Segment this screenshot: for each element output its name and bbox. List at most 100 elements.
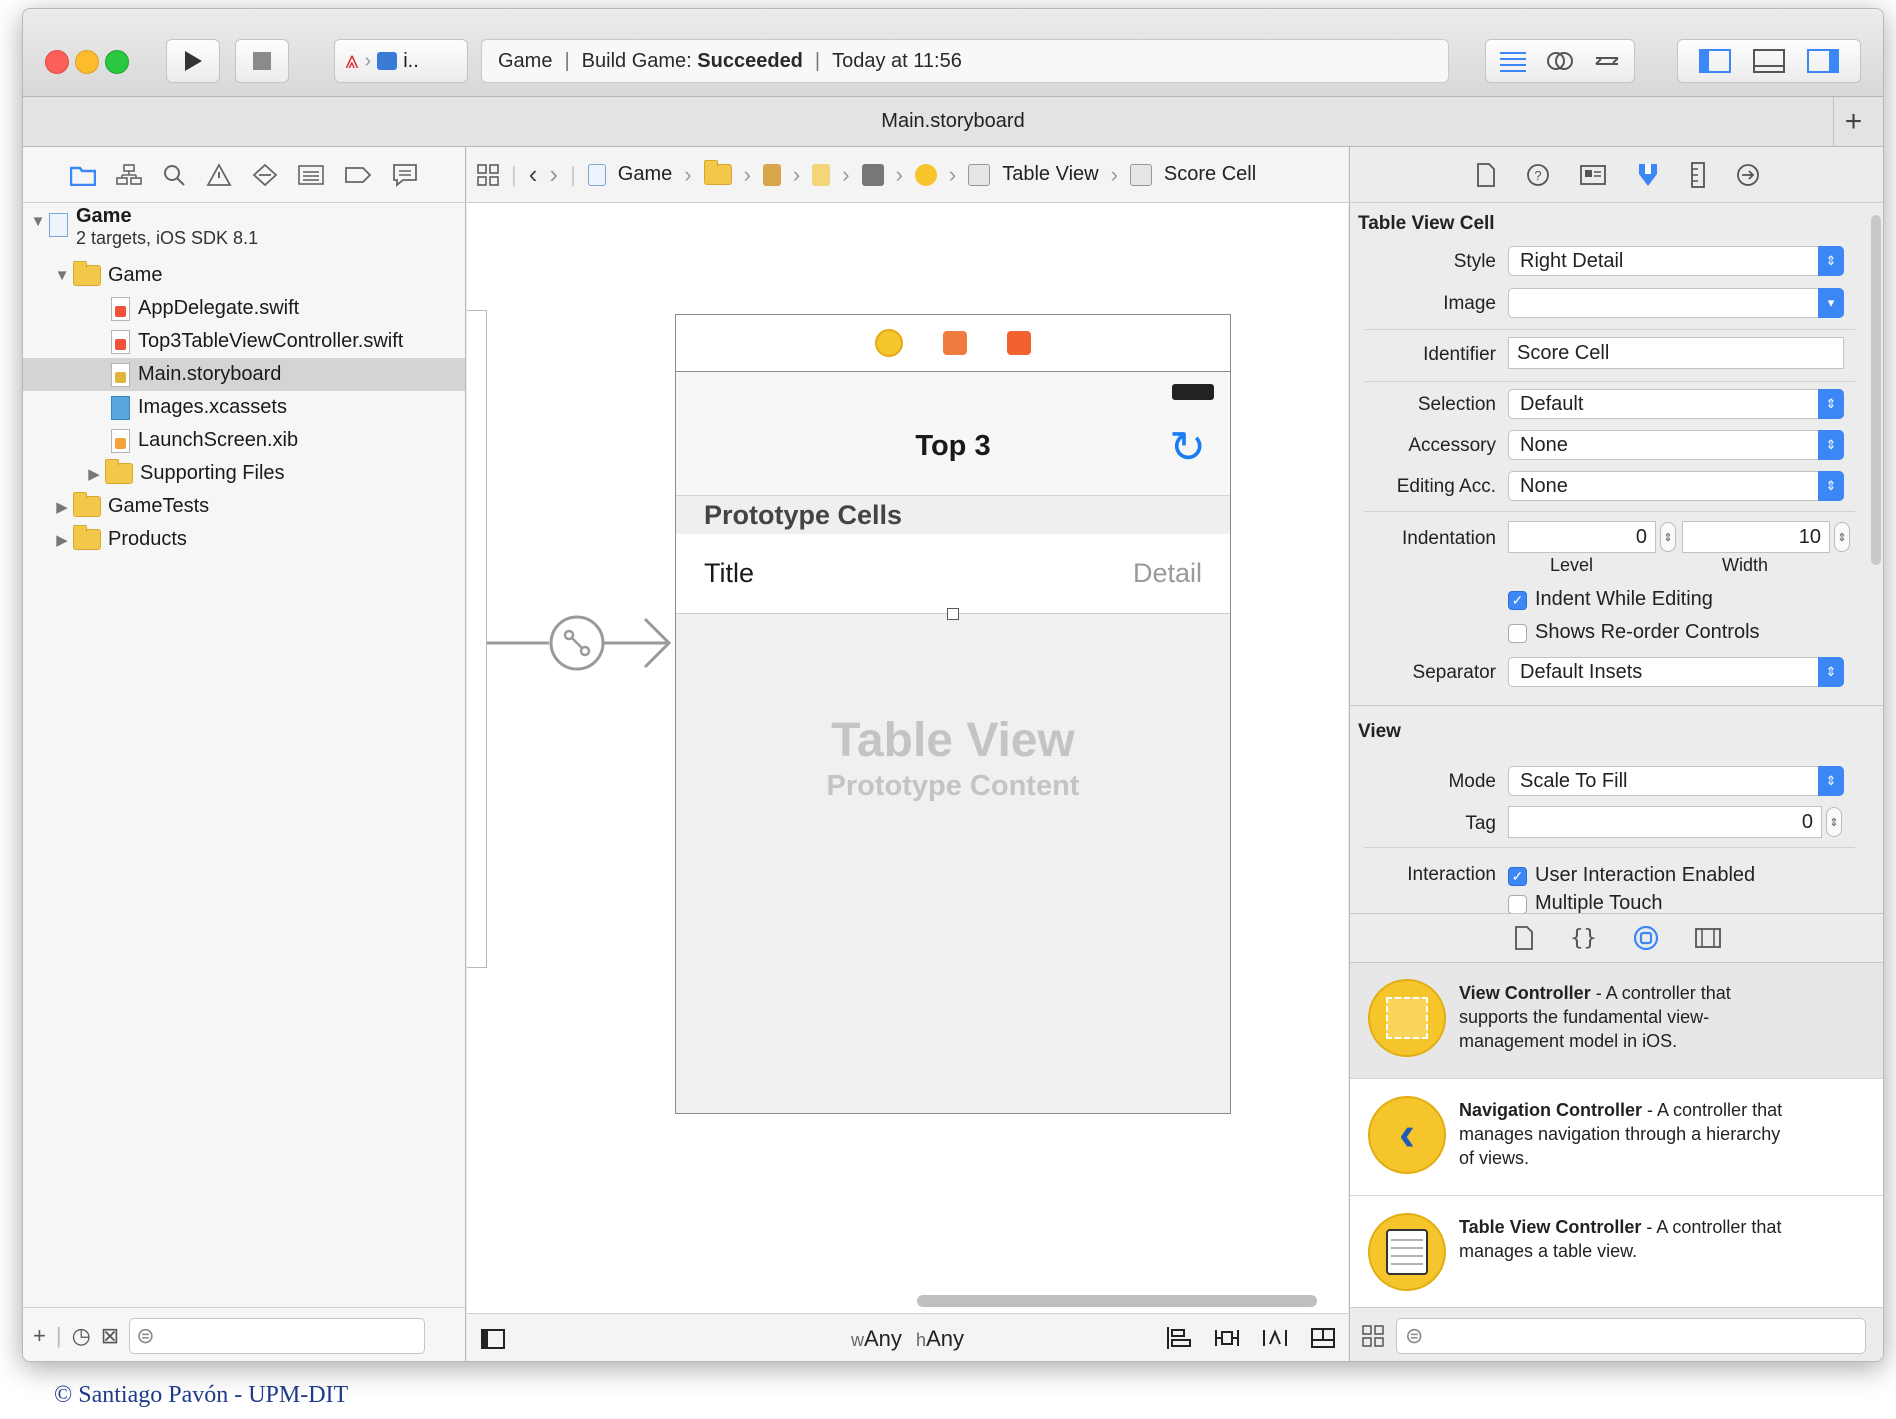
library-filter-field[interactable]: ⊜	[1396, 1317, 1866, 1354]
tree-item-appdelegate[interactable]: AppDelegate.swift	[23, 292, 465, 325]
assistant-editor-icon[interactable]	[1546, 49, 1574, 73]
symbol-navigator-icon[interactable]	[116, 163, 142, 186]
table-view-controller-scene[interactable]: Top 3 ↻ Prototype Cells Title Detail Tab…	[675, 314, 1231, 1114]
breakpoint-navigator-icon[interactable]	[344, 165, 372, 185]
horizontal-scrollbar[interactable]	[917, 1295, 1317, 1307]
indent-while-editing-checkbox[interactable]: ✓	[1508, 591, 1527, 610]
tree-item-supporting-files[interactable]: ▶ Supporting Files	[23, 457, 465, 490]
panel-toggle-segment[interactable]	[1677, 39, 1861, 83]
exit-icon[interactable]	[1007, 331, 1031, 355]
tab-main-storyboard[interactable]: Main.storyboard	[881, 110, 1024, 133]
crumb-controller-icon[interactable]	[914, 163, 937, 186]
resolve-issues-icon[interactable]	[1262, 1326, 1288, 1350]
shows-reorder-checkbox[interactable]	[1508, 624, 1527, 643]
tree-item-game-group[interactable]: ▼ Game	[23, 259, 465, 292]
add-tab-button[interactable]: +	[1833, 97, 1873, 147]
zoom-window-button[interactable]	[105, 50, 129, 74]
library-item-navigation-controller[interactable]: ‹ Navigation Controller - A controller t…	[1350, 1080, 1883, 1196]
disclosure-closed-icon[interactable]: ▶	[83, 465, 105, 483]
navigator-toggle-icon[interactable]	[1699, 49, 1731, 73]
crumb-score-cell[interactable]: Score Cell	[1164, 163, 1256, 186]
recent-files-icon[interactable]: ◷	[72, 1323, 91, 1349]
tree-item-gametests[interactable]: ▶ GameTests	[23, 490, 465, 523]
utilities-toggle-icon[interactable]	[1807, 49, 1839, 73]
indent-level-field[interactable]: 0	[1508, 521, 1656, 553]
source-control-filter-icon[interactable]: ⊠	[101, 1323, 119, 1349]
segue-arrow[interactable]	[487, 603, 677, 683]
disclosure-closed-icon[interactable]: ▶	[51, 531, 73, 549]
refresh-icon[interactable]: ↻	[1169, 426, 1206, 470]
crumb-storyboard-base-icon[interactable]	[812, 163, 831, 186]
view-controller-icon[interactable]	[875, 329, 903, 357]
stop-button[interactable]	[235, 39, 289, 83]
inspector-scrollbar[interactable]	[1871, 215, 1881, 565]
selection-popup[interactable]: Default ⇕	[1508, 389, 1844, 419]
connections-inspector-icon[interactable]	[1736, 163, 1760, 187]
resize-handle[interactable]	[947, 608, 959, 620]
resizing-behavior-icon[interactable]	[1310, 1326, 1336, 1350]
cell-detail-label[interactable]: Detail	[1133, 558, 1202, 589]
object-library-icon[interactable]	[1633, 925, 1659, 951]
storyboard-canvas[interactable]: Top 3 ↻ Prototype Cells Title Detail Tab…	[467, 203, 1348, 1313]
code-snippet-library-icon[interactable]: {}	[1570, 926, 1597, 951]
navigator-filter-field[interactable]: ⊜	[129, 1317, 426, 1354]
editing-accessory-popup[interactable]: None ⇕	[1508, 471, 1844, 501]
related-items-icon[interactable]	[477, 163, 499, 186]
standard-editor-icon[interactable]	[1498, 49, 1528, 73]
close-window-button[interactable]	[45, 50, 69, 74]
library-item-view-controller[interactable]: View Controller - A controller that supp…	[1350, 963, 1883, 1079]
report-navigator-icon[interactable]	[392, 163, 418, 187]
first-responder-icon[interactable]	[943, 331, 967, 355]
tree-item-launchscreen[interactable]: LaunchScreen.xib	[23, 424, 465, 457]
quick-help-icon[interactable]: ?	[1526, 163, 1550, 187]
tag-stepper[interactable]: ⇕	[1826, 807, 1842, 837]
crumb-game[interactable]: Game	[618, 163, 672, 186]
attributes-inspector-icon[interactable]	[1636, 162, 1660, 188]
pin-icon[interactable]	[1214, 1326, 1240, 1350]
accessory-popup[interactable]: None ⇕	[1508, 430, 1844, 460]
file-template-library-icon[interactable]	[1514, 926, 1534, 950]
navigation-controller-scene-edge[interactable]	[467, 310, 487, 968]
tag-field[interactable]: 0	[1508, 806, 1822, 838]
indent-width-field[interactable]: 10	[1682, 521, 1830, 553]
debug-area-toggle-icon[interactable]	[1753, 49, 1785, 73]
crumb-storyboard-icon[interactable]	[762, 163, 781, 186]
identity-inspector-icon[interactable]	[1579, 164, 1606, 186]
grid-view-icon[interactable]	[1362, 1324, 1384, 1347]
minimize-window-button[interactable]	[75, 50, 99, 74]
crumb-folder-icon[interactable]	[703, 160, 732, 185]
test-navigator-icon[interactable]	[252, 163, 278, 187]
size-inspector-icon[interactable]	[1690, 161, 1706, 188]
editor-mode-segment[interactable]	[1485, 39, 1635, 83]
back-button[interactable]: ‹	[529, 159, 538, 190]
image-combo[interactable]: ▾	[1508, 288, 1844, 318]
add-file-button[interactable]: +	[33, 1323, 46, 1349]
disclosure-closed-icon[interactable]: ▶	[51, 498, 73, 516]
indent-width-stepper[interactable]: ⇕	[1834, 522, 1850, 552]
align-icon[interactable]	[1166, 1326, 1192, 1350]
disclosure-open-icon[interactable]: ▼	[51, 267, 73, 284]
prototype-cell[interactable]: Title Detail	[676, 534, 1230, 620]
disclosure-open-icon[interactable]: ▼	[27, 213, 49, 230]
find-navigator-icon[interactable]	[162, 163, 186, 187]
run-button[interactable]	[166, 39, 220, 83]
tree-item-top3-controller[interactable]: Top3TableViewController.swift	[23, 325, 465, 358]
library-item-table-view-controller[interactable]: Table View Controller - A controller tha…	[1350, 1197, 1883, 1307]
tree-item-main-storyboard[interactable]: Main.storyboard	[23, 358, 465, 391]
multiple-touch-checkbox[interactable]	[1508, 895, 1527, 913]
style-popup[interactable]: Right Detail ⇕	[1508, 246, 1844, 276]
issue-navigator-icon[interactable]	[206, 162, 232, 187]
media-library-icon[interactable]	[1694, 927, 1721, 949]
mode-popup[interactable]: Scale To Fill ⇕	[1508, 766, 1844, 796]
cell-title-label[interactable]: Title	[704, 558, 754, 589]
project-row[interactable]: ▼ Game 2 targets, iOS SDK 8.1	[23, 205, 465, 255]
project-navigator-icon[interactable]	[70, 164, 96, 186]
separator-popup[interactable]: Default Insets ⇕	[1508, 657, 1844, 687]
file-inspector-icon[interactable]	[1476, 162, 1496, 187]
tree-item-products[interactable]: ▶ Products	[23, 523, 465, 556]
crumb-table-view[interactable]: Table View	[1002, 163, 1098, 186]
user-interaction-checkbox[interactable]: ✓	[1508, 867, 1527, 886]
navigation-bar[interactable]: Top 3 ↻	[676, 372, 1230, 496]
scheme-selector[interactable]: ⩓ › i..	[334, 39, 468, 83]
tree-item-images[interactable]: Images.xcassets	[23, 391, 465, 424]
